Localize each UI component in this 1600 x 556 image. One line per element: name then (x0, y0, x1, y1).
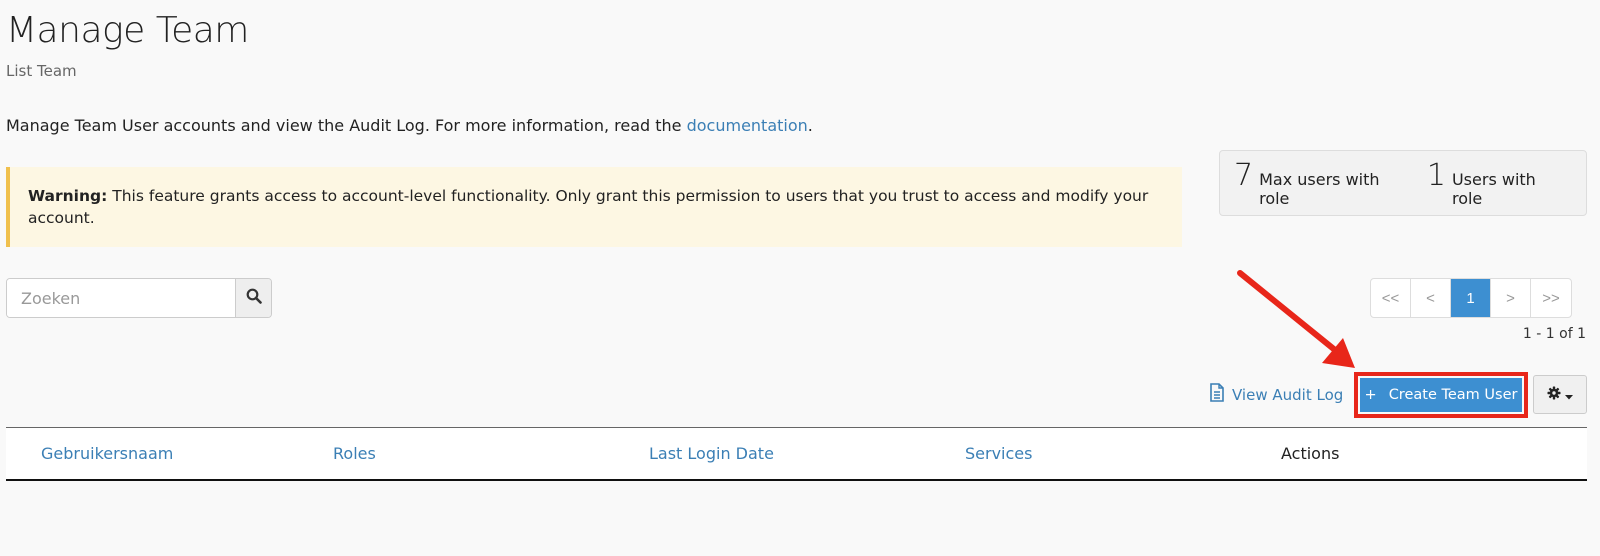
stat-value: 7 (1234, 158, 1254, 193)
intro-suffix: . (807, 116, 813, 135)
page-next-button[interactable]: > (1491, 279, 1531, 317)
stat-max-users: 7 Max users with role (1234, 158, 1401, 208)
stat-value: 1 (1426, 158, 1446, 193)
column-header-username[interactable]: Gebruikersnaam (41, 444, 173, 463)
pagination-range: 1 - 1 of 1 (1522, 326, 1586, 342)
search-group (6, 278, 272, 318)
caret-down-icon (1565, 385, 1573, 404)
column-header-actions: Actions (1281, 444, 1340, 463)
documentation-link[interactable]: documentation (687, 116, 808, 135)
create-team-user-label: Create Team User (1388, 387, 1518, 403)
settings-dropdown-button[interactable] (1533, 375, 1587, 414)
stat-users-with-role: 1 Users with role (1427, 158, 1560, 208)
search-icon (246, 288, 262, 308)
search-input[interactable] (7, 279, 235, 317)
intro-body: Manage Team User accounts and view the A… (6, 116, 687, 135)
warning-alert: Warning: This feature grants access to a… (6, 167, 1182, 247)
page-title: Manage Team (6, 10, 249, 51)
page-last-button[interactable]: >> (1531, 279, 1571, 317)
view-audit-log-link[interactable]: View Audit Log (1209, 383, 1343, 406)
search-button[interactable] (235, 279, 271, 317)
pagination: << < 1 > >> (1370, 278, 1572, 318)
team-users-table: Gebruikersnaam Roles Last Login Date Ser… (6, 427, 1587, 481)
document-icon (1209, 383, 1225, 406)
stat-label: Users with role (1451, 170, 1536, 208)
column-header-last-login-date[interactable]: Last Login Date (649, 444, 774, 463)
stat-label: Max users with role (1259, 170, 1380, 208)
page-subtitle: List Team (6, 62, 77, 80)
page-prev-button[interactable]: < (1411, 279, 1451, 317)
plus-icon: + (1364, 387, 1377, 403)
column-header-services[interactable]: Services (965, 444, 1032, 463)
intro-text: Manage Team User accounts and view the A… (6, 116, 813, 135)
warning-label: Warning: (28, 187, 108, 205)
role-stats-panel: 7 Max users with role 1 Users with role (1219, 150, 1587, 216)
arrow-shaft (1237, 270, 1338, 353)
warning-text: This feature grants access to account-le… (28, 187, 1149, 227)
create-team-user-button[interactable]: + Create Team User (1360, 378, 1522, 412)
gear-icon (1547, 385, 1561, 404)
arrow-head (1322, 338, 1355, 368)
column-header-roles[interactable]: Roles (333, 444, 376, 463)
page-current-button[interactable]: 1 (1451, 279, 1491, 317)
page-first-button[interactable]: << (1371, 279, 1411, 317)
view-audit-log-label: View Audit Log (1232, 385, 1344, 404)
